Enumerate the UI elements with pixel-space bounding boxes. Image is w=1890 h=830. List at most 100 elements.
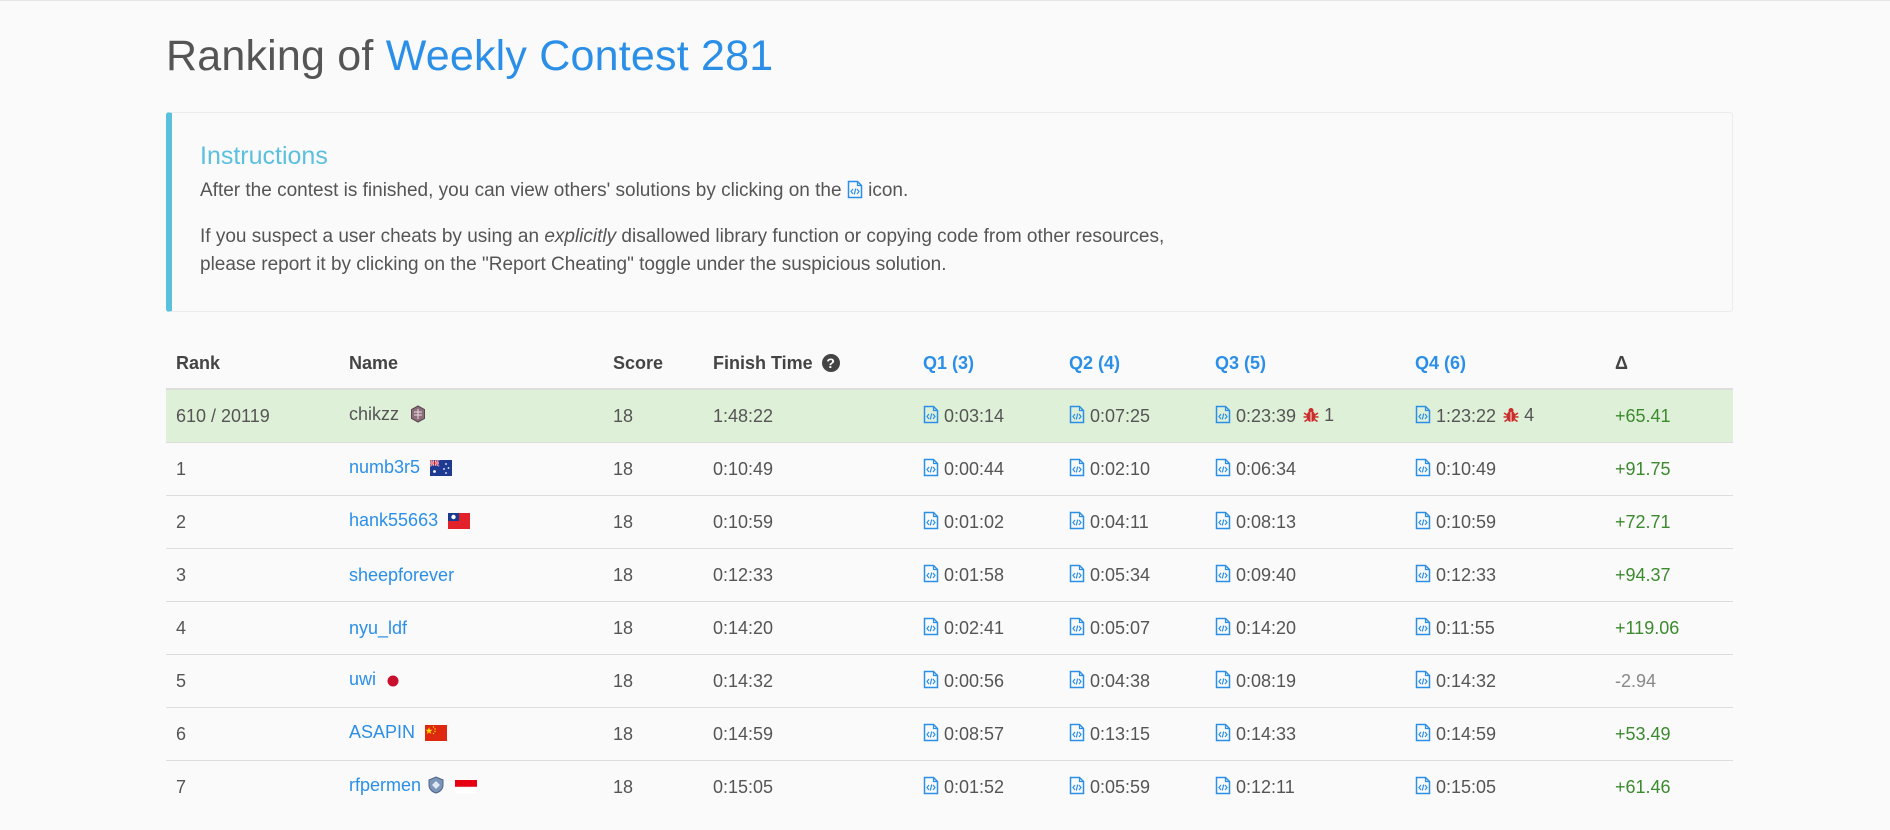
code-file-icon[interactable] [1215,617,1231,636]
header-finish-time-label: Finish Time [713,352,813,373]
code-file-icon[interactable] [1415,405,1431,424]
q4-cell: 0:15:05 [1405,760,1605,813]
code-file-icon[interactable] [923,564,939,583]
code-file-icon[interactable] [1415,617,1431,636]
knight-badge-icon [427,776,445,799]
name-cell: sheepforever [339,548,603,602]
finish-time-cell: 0:15:05 [703,760,913,813]
code-file-icon[interactable] [1215,458,1231,477]
instructions-line1: After the contest is finished, you can v… [200,177,1732,205]
self-name-cell: chikzz [339,388,603,443]
code-file-icon[interactable] [1415,670,1431,689]
username-link[interactable]: numb3r5 [349,457,420,477]
code-file-icon[interactable] [1069,723,1085,742]
code-file-icon[interactable] [1069,617,1085,636]
header-q4[interactable]: Q4 (6) [1405,338,1605,390]
finish-time-cell: 0:14:20 [703,601,913,655]
q2-cell: 0:05:34 [1059,548,1205,602]
header-q1[interactable]: Q1 (3) [913,338,1059,390]
q3-cell: 0:12:11 [1205,760,1405,813]
header-q2[interactable]: Q2 (4) [1059,338,1205,390]
self-ranking-row: 610 / 20119 chikzz 18 1:48:22 0:03:14 0:… [166,388,1733,443]
q1-time: 0:01:52 [944,776,1005,797]
contest-name-link[interactable]: Weekly Contest 281 [386,32,774,80]
instructions-line2-text: If you suspect a user cheats by using an [200,226,545,247]
code-file-icon[interactable] [1215,405,1231,424]
code-file-icon[interactable] [1215,564,1231,583]
indonesia-flag-icon [454,778,478,799]
finish-time-cell: 0:12:33 [703,548,913,602]
ranking-table: Rank Name Score Finish Time ? Q1 (3) Q2 … [166,338,1733,813]
code-file-icon[interactable] [1415,458,1431,477]
self-score: 18 [603,388,703,443]
code-file-icon[interactable] [923,405,939,424]
q1-cell: 0:00:44 [913,442,1059,496]
finish-time-cell: 0:10:49 [703,442,913,496]
q2-time: 0:05:34 [1090,564,1151,585]
username-link[interactable]: hank55663 [349,510,438,530]
self-q3: 0:23:39 1 [1205,388,1405,443]
delta-cell: +119.06 [1605,601,1733,655]
code-file-icon[interactable] [1415,776,1431,795]
q3-time: 0:08:19 [1236,670,1297,691]
code-file-icon[interactable] [1215,670,1231,689]
header-q3[interactable]: Q3 (5) [1205,338,1405,390]
username-link[interactable]: nyu_ldf [349,618,407,638]
code-file-icon[interactable] [1069,564,1085,583]
q1-time: 0:00:44 [944,458,1005,479]
code-file-icon[interactable] [1069,511,1085,530]
table-row: 1 numb3r5 18 0:10:49 0:00:44 0:02:10 0:06:3… [166,442,1733,496]
finish-time-cell: 0:14:59 [703,707,913,761]
bug-icon [1302,406,1320,424]
score-cell: 18 [603,654,703,708]
code-file-icon[interactable] [923,617,939,636]
q2-time: 0:05:07 [1090,617,1151,638]
code-file-icon[interactable] [923,511,939,530]
code-file-icon[interactable] [1415,511,1431,530]
q1-time: 0:01:02 [944,511,1005,532]
username-link[interactable]: ASAPIN [349,722,415,742]
score-cell: 18 [603,442,703,496]
code-file-icon[interactable] [923,776,939,795]
instructions-panel: Instructions After the contest is finish… [166,112,1733,312]
q4-time: 0:10:59 [1436,511,1497,532]
code-file-icon[interactable] [1069,776,1085,795]
rank-cell: 4 [166,601,339,655]
code-file-icon [847,180,863,199]
code-file-icon[interactable] [1069,670,1085,689]
rank-cell: 7 [166,760,339,813]
instructions-line1-text: After the contest is finished, you can v… [200,180,842,201]
code-file-icon[interactable] [1069,458,1085,477]
self-q1: 0:03:14 [913,388,1059,443]
code-file-icon[interactable] [1415,723,1431,742]
code-file-icon[interactable] [1215,511,1231,530]
table-row: 4 nyu_ldf 18 0:14:20 0:02:41 0:05:07 0:14:2… [166,601,1733,655]
rank-cell: 6 [166,707,339,761]
code-file-icon[interactable] [1069,405,1085,424]
instructions-line3: please report it by clicking on the "Rep… [200,254,947,275]
name-cell: uwi [339,654,603,708]
name-cell: numb3r5 [339,442,603,496]
question-circle-icon[interactable]: ? [821,353,840,372]
q3-cell: 0:14:33 [1205,707,1405,761]
code-file-icon[interactable] [923,723,939,742]
header-delta: Δ [1605,338,1733,390]
q4-cell: 0:10:59 [1405,495,1605,549]
username-link[interactable]: sheepforever [349,565,454,585]
guardian-badge-icon [410,405,426,428]
code-file-icon[interactable] [923,458,939,477]
q2-cell: 0:05:07 [1059,601,1205,655]
name-cell: ASAPIN [339,707,603,761]
code-file-icon[interactable] [923,670,939,689]
code-file-icon[interactable] [1415,564,1431,583]
username-link[interactable]: uwi [349,669,376,689]
code-file-icon[interactable] [1215,776,1231,795]
code-file-icon[interactable] [1215,723,1231,742]
q3-bug-count: 1 [1324,405,1335,426]
q1-cell: 0:00:56 [913,654,1059,708]
q2-time: 0:02:10 [1090,458,1151,479]
q4-bug-count: 4 [1524,405,1535,426]
japan-flag-icon [386,672,400,693]
username-link[interactable]: rfpermen [349,775,421,795]
q2-cell: 0:05:59 [1059,760,1205,813]
